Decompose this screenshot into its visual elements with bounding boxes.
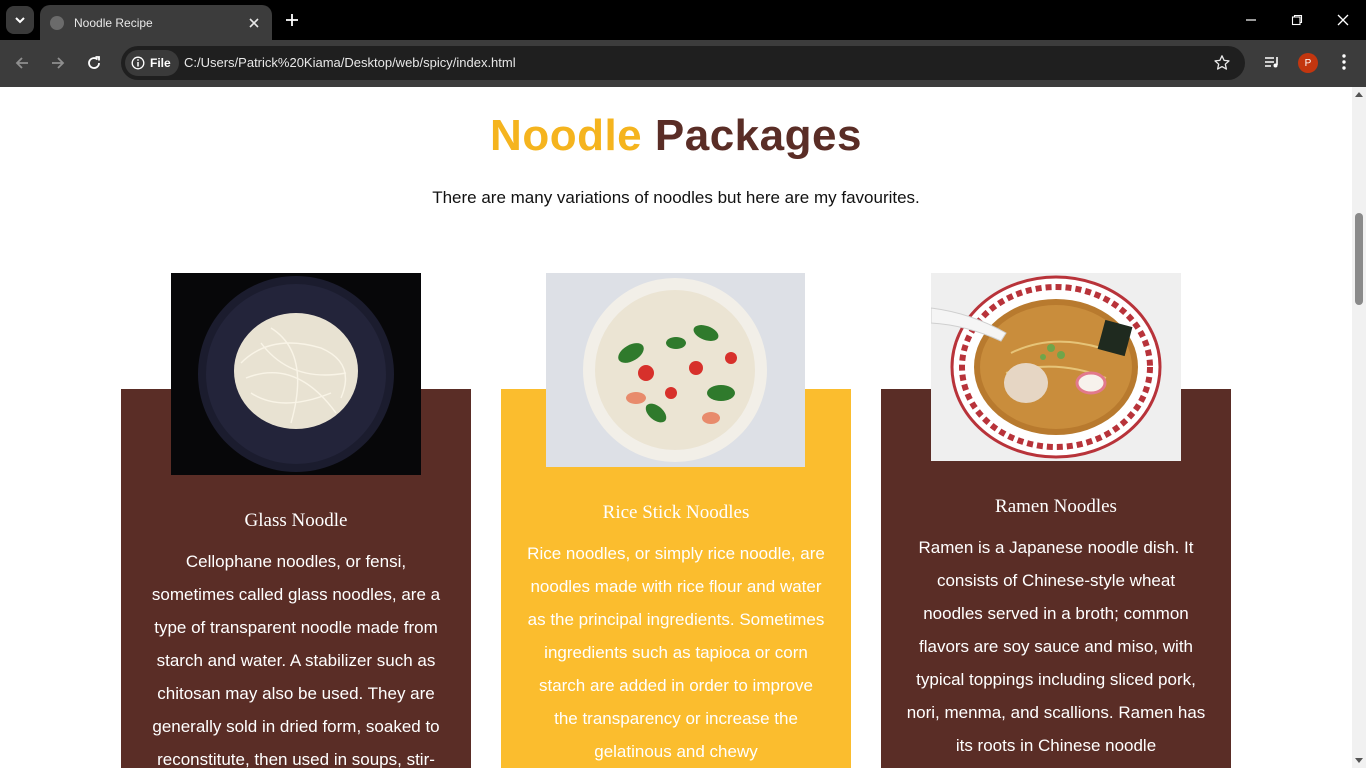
media-controls-button[interactable] [1260,50,1284,74]
url-text[interactable]: C:/Users/Patrick%20Kiama/Desktop/web/spi… [184,55,516,70]
tab-search-button[interactable] [6,6,34,34]
page-title-main: Packages [654,111,862,160]
scroll-down-arrow-icon[interactable] [1355,758,1363,763]
playlist-icon [1265,57,1278,68]
address-bar[interactable]: File C:/Users/Patrick%20Kiama/Desktop/we… [121,46,1245,80]
browser-toolbar: File C:/Users/Patrick%20Kiama/Desktop/we… [0,40,1366,87]
globe-icon [50,15,64,30]
close-window-button[interactable] [1320,0,1366,40]
card-title: Rice Stick Noodles [602,502,750,523]
site-info-chip[interactable]: File [125,50,179,76]
browser-menu-button[interactable] [1332,50,1356,74]
tab-title: Noodle Recipe [74,15,153,30]
scroll-up-arrow-icon[interactable] [1355,92,1363,97]
plus-icon [286,14,298,26]
restore-icon [1291,14,1303,26]
tab-close-button[interactable] [246,15,262,31]
forward-button[interactable] [44,49,72,77]
active-tab[interactable]: Noodle Recipe [40,5,272,40]
close-icon [1337,14,1349,26]
new-tab-button[interactable] [280,8,304,32]
tab-strip: Noodle Recipe [0,0,1366,40]
minimize-icon [1246,19,1256,21]
arrow-left-icon [15,57,28,69]
arrow-right-icon [52,57,65,69]
card-title: Ramen Noodles [995,496,1117,517]
page-subtitle: There are many variations of noodles but… [432,188,920,207]
card-title: Glass Noodle [244,510,348,531]
page-title: Noodle Packages [0,111,1352,161]
scrollbar-thumb[interactable] [1355,213,1363,305]
page-title-accent: Noodle [490,111,643,160]
site-info-label: File [150,56,171,70]
back-button[interactable] [8,49,36,77]
profile-avatar[interactable]: P [1298,53,1318,73]
star-icon[interactable] [1213,54,1231,72]
glass-noodle-image [171,273,421,475]
more-vertical-icon [1342,54,1346,70]
close-icon [249,17,259,28]
ramen-bowl-image [931,273,1181,461]
info-icon [131,56,145,70]
minimize-button[interactable] [1228,0,1274,40]
page-scrollbar[interactable] [1352,87,1366,768]
chevron-down-icon [15,17,25,24]
restore-button[interactable] [1274,0,1320,40]
reload-button[interactable] [80,49,108,77]
rice-noodle-salad-image [546,273,805,467]
card-description: Cellophane noodles, or fensi, sometimes … [151,552,441,768]
card-description: Rice noodles, or simply rice noodle, are… [527,544,825,761]
card-description: Ramen is a Japanese noodle dish. It cons… [906,538,1206,755]
reload-icon [88,56,100,69]
page-content: Noodle Packages There are many variation… [0,87,1352,768]
